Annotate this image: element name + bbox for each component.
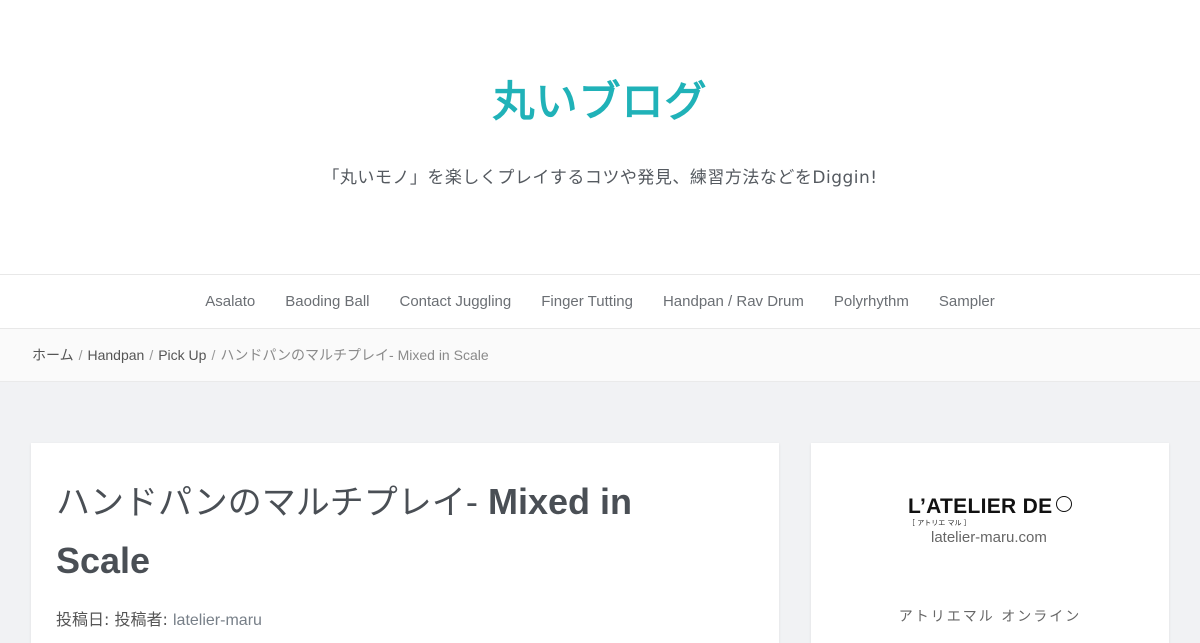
breadcrumb-separator: / xyxy=(78,347,83,363)
breadcrumb-home[interactable]: ホーム xyxy=(32,347,74,363)
author-link[interactable]: latelier-maru xyxy=(173,612,262,629)
article-title-latin: Mixed in xyxy=(477,481,632,522)
breadcrumb-current: ハンドパンのマルチプレイ- Mixed in Scale xyxy=(220,347,489,363)
article-title-jp: ハンドパンのマルチプレイ- xyxy=(56,483,478,523)
nav-item-handpan-rav-drum[interactable]: Handpan / Rav Drum xyxy=(663,275,804,328)
logo-url: latelier-maru.com xyxy=(931,529,1047,546)
site-title[interactable]: 丸いブログ xyxy=(0,72,1200,132)
nav-item-asalato[interactable]: Asalato xyxy=(205,275,255,328)
breadcrumb-pick-up[interactable]: Pick Up xyxy=(158,347,206,363)
article-title: ハンドパンのマルチプレイ- Mixed in Scale xyxy=(56,473,756,591)
site-description: 「丸いモノ」を楽しくプレイするコツや発見、練習方法などをDiggin! xyxy=(322,168,878,188)
main-navigation: Asalato Baoding Ball Contact Juggling Fi… xyxy=(0,274,1200,329)
circle-icon xyxy=(1056,496,1073,512)
nav-item-sampler[interactable]: Sampler xyxy=(939,275,995,328)
entry-meta: 投稿日: 投稿者: latelier-maru xyxy=(56,608,262,633)
article-title-latin-2: Scale xyxy=(56,540,151,581)
posted-on-label: 投稿日: xyxy=(56,610,110,629)
article-card: ハンドパンのマルチプレイ- Mixed in Scale 投稿日: 投稿者: la… xyxy=(31,443,779,643)
breadcrumb: ホーム / Handpan / Pick Up / ハンドパンのマルチプレイ- Mixed … xyxy=(0,329,1200,382)
logo-subtext: ［ アトリエ マル ］ xyxy=(908,519,971,527)
sidebar-caption: アトリエマル オンライン xyxy=(898,609,1082,625)
atelier-logo[interactable]: L’ATELIER DE ［ アトリエ マル ］ latelier-maru.c… xyxy=(908,495,1083,555)
site-header: 丸いブログ 「丸いモノ」を楽しくプレイするコツや発見、練習方法などをDiggin… xyxy=(0,0,1200,274)
posted-by-label: 投稿者: xyxy=(114,610,168,629)
breadcrumb-separator: / xyxy=(211,347,216,363)
breadcrumb-handpan[interactable]: Handpan xyxy=(87,347,144,363)
nav-item-polyrhythm[interactable]: Polyrhythm xyxy=(834,275,909,328)
sidebar-widget: L’ATELIER DE ［ アトリエ マル ］ latelier-maru.c… xyxy=(811,443,1169,643)
nav-item-baoding-ball[interactable]: Baoding Ball xyxy=(285,275,369,328)
logo-text: L’ATELIER DE xyxy=(908,495,1073,519)
nav-item-contact-juggling[interactable]: Contact Juggling xyxy=(400,275,512,328)
nav-item-finger-tutting[interactable]: Finger Tutting xyxy=(541,275,633,328)
breadcrumb-separator: / xyxy=(149,347,154,363)
